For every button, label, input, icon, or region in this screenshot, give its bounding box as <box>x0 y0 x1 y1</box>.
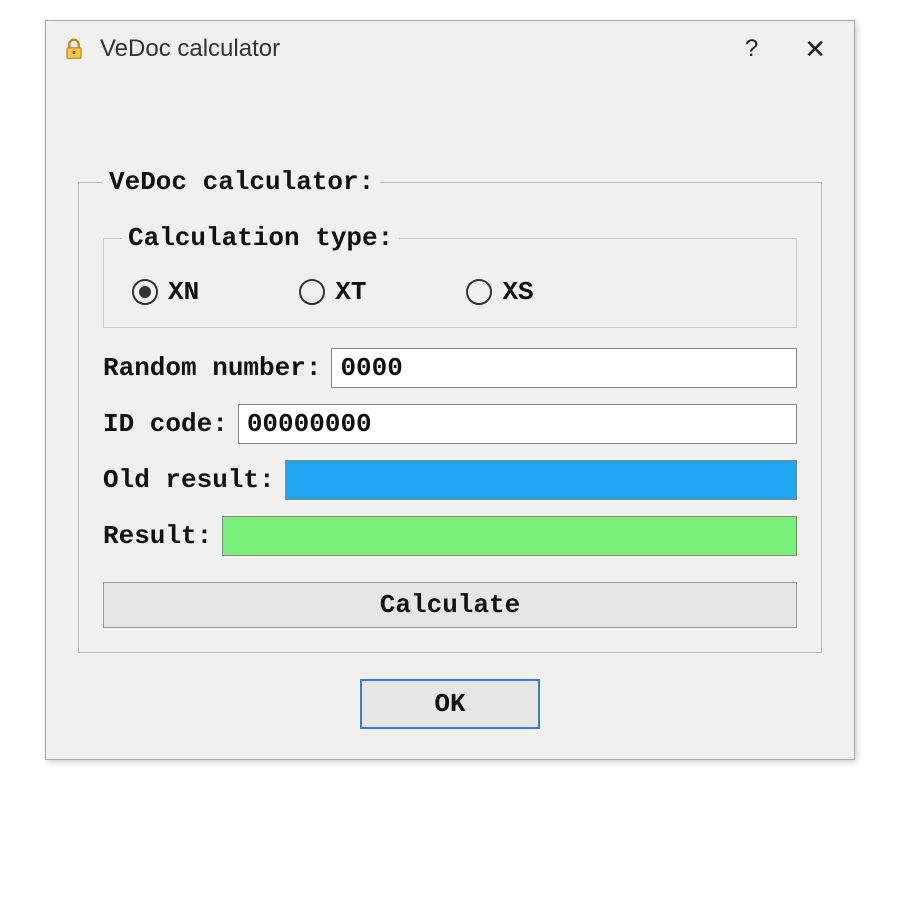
radio-label-xt: XT <box>335 277 366 307</box>
calculate-button[interactable]: Calculate <box>103 582 797 628</box>
main-groupbox: VeDoc calculator: Calculation type: XN X… <box>78 167 822 653</box>
result-row: Result: <box>103 516 797 556</box>
id-code-input[interactable] <box>238 404 797 444</box>
radio-xn[interactable]: XN <box>132 277 199 307</box>
calculation-type-legend: Calculation type: <box>122 223 399 253</box>
dialog-window: VeDoc calculator ? ✕ VeDoc calculator: C… <box>45 20 855 760</box>
ok-button[interactable]: OK <box>360 679 540 729</box>
lock-icon <box>60 35 88 63</box>
id-code-label: ID code: <box>103 409 228 439</box>
radio-xt[interactable]: XT <box>299 277 366 307</box>
old-result-input[interactable] <box>285 460 797 500</box>
result-input[interactable] <box>222 516 797 556</box>
window-title: VeDoc calculator <box>100 35 745 63</box>
ok-row: OK <box>76 679 824 729</box>
radio-xs[interactable]: XS <box>466 277 533 307</box>
calculation-type-groupbox: Calculation type: XN XT XS <box>103 223 797 328</box>
id-code-row: ID code: <box>103 404 797 444</box>
result-label: Result: <box>103 521 212 551</box>
close-icon[interactable]: ✕ <box>798 34 832 65</box>
old-result-row: Old result: <box>103 460 797 500</box>
main-heading: VeDoc calculator: <box>103 167 380 197</box>
random-number-row: Random number: <box>103 348 797 388</box>
dialog-content: VeDoc calculator: Calculation type: XN X… <box>46 77 854 759</box>
titlebar-controls: ? ✕ <box>745 34 832 65</box>
radio-icon <box>299 279 325 305</box>
radio-icon <box>132 279 158 305</box>
radio-label-xs: XS <box>502 277 533 307</box>
radio-icon <box>466 279 492 305</box>
titlebar: VeDoc calculator ? ✕ <box>46 21 854 77</box>
random-number-label: Random number: <box>103 353 321 383</box>
random-number-input[interactable] <box>331 348 797 388</box>
radio-group: XN XT XS <box>122 267 778 309</box>
help-icon[interactable]: ? <box>745 35 758 63</box>
radio-label-xn: XN <box>168 277 199 307</box>
old-result-label: Old result: <box>103 465 275 495</box>
